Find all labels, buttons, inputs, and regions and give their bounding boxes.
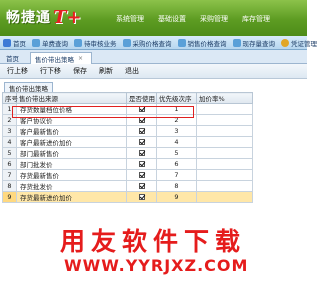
price-source-cell[interactable]: 部门最新售价: [16, 147, 127, 159]
toolbar: 行上移 行下移 保存 刷新 退出: [0, 64, 307, 79]
table-row[interactable]: 8 存货批发价 8: [2, 180, 253, 192]
column-header-used: 是否使用: [126, 92, 157, 104]
strategy-panel: 售价带出策略 序号 售价带出来源 是否使用 优先级次序 加价率% 1 存货数量档位…: [2, 79, 305, 219]
module-sales-price-query[interactable]: 销售价格查询: [175, 36, 230, 49]
table-row[interactable]: 3 客户最新售价 3: [2, 125, 253, 137]
markup-rate-cell[interactable]: [196, 147, 253, 159]
priority-cell[interactable]: 7: [156, 169, 197, 181]
priority-cell[interactable]: 4: [156, 136, 197, 148]
markup-rate-cell[interactable]: [196, 114, 253, 126]
use-checkbox-cell[interactable]: [126, 125, 157, 137]
priority-cell[interactable]: 9: [156, 191, 197, 203]
exit-button[interactable]: 退出: [125, 66, 139, 76]
tab-home[interactable]: 首页: [2, 52, 28, 64]
markup-rate-cell[interactable]: [196, 125, 253, 137]
move-row-down-button[interactable]: 行下移: [40, 66, 61, 76]
use-checkbox-cell[interactable]: [126, 169, 157, 181]
document-icon: [74, 38, 82, 47]
checked-checkbox[interactable]: [138, 183, 145, 189]
row-number: 4: [2, 136, 17, 148]
logo-text: 畅捷通: [6, 10, 51, 26]
table-row[interactable]: 9 存货最新进价加价 9: [2, 191, 253, 203]
row-number: 6: [2, 158, 17, 170]
menu-inventory-management[interactable]: 库存管理: [242, 14, 270, 24]
markup-rate-cell[interactable]: [196, 169, 253, 181]
markup-rate-cell[interactable]: [196, 136, 253, 148]
logo-suffix: T+: [53, 6, 82, 28]
checked-checkbox[interactable]: [138, 150, 145, 156]
menu-system-management[interactable]: 系统管理: [116, 14, 144, 24]
table-row[interactable]: 4 客户最新进价加价 4: [2, 136, 253, 148]
checked-checkbox[interactable]: [138, 128, 145, 134]
row-number: 3: [2, 125, 17, 137]
module-stock-query[interactable]: 现存量查询: [230, 36, 279, 49]
price-source-cell[interactable]: 客户最新售价: [16, 125, 127, 137]
priority-cell[interactable]: 5: [156, 147, 197, 159]
use-checkbox-cell[interactable]: [126, 158, 157, 170]
subtab-sales-price-strategy[interactable]: 售价带出策略: [4, 82, 53, 93]
module-home[interactable]: 首页: [0, 36, 29, 49]
column-header-markup: 加价率%: [196, 92, 253, 104]
module-pending-review[interactable]: 待审核业务: [71, 36, 120, 49]
watermark-url: WWW.YYRJXZ.COM: [64, 256, 249, 275]
document-icon: [177, 38, 186, 47]
gear-icon: [281, 38, 289, 47]
use-checkbox-cell[interactable]: [126, 147, 157, 159]
module-voucher-management[interactable]: 凭证管理: [278, 36, 320, 49]
checked-checkbox[interactable]: [138, 194, 145, 200]
use-checkbox-cell[interactable]: [126, 191, 157, 203]
price-source-cell[interactable]: 客户最新进价加价: [16, 136, 127, 148]
column-header-no: 序号: [2, 92, 18, 104]
price-source-cell[interactable]: 存货最新进价加价: [16, 191, 127, 203]
document-icon: [232, 38, 241, 47]
price-source-cell[interactable]: 存货最新售价: [16, 169, 127, 181]
table-row[interactable]: 7 存货最新售价 7: [2, 169, 253, 181]
refresh-button[interactable]: 刷新: [99, 66, 113, 76]
column-header-priority: 优先级次序: [156, 92, 197, 104]
home-icon: [3, 38, 11, 47]
row-number: 7: [2, 169, 17, 181]
menu-basic-settings[interactable]: 基础设置: [158, 14, 186, 24]
markup-rate-cell[interactable]: [196, 103, 253, 115]
close-icon[interactable]: ×: [78, 55, 83, 62]
module-bar: 首页 单费查询 待审核业务 采购价格查询 销售价格查询 现存量查询 凭证管理: [0, 36, 317, 50]
row-number: 9: [2, 191, 17, 203]
annotation-highlight-box: [12, 106, 194, 118]
markup-rate-cell[interactable]: [196, 180, 253, 192]
checked-checkbox[interactable]: [138, 172, 145, 178]
move-row-up-button[interactable]: 行上移: [7, 66, 28, 76]
main-menu: 系统管理 基础设置 采购管理 库存管理: [116, 14, 284, 24]
row-number: 5: [2, 147, 17, 159]
price-source-cell[interactable]: 存货批发价: [16, 180, 127, 192]
markup-rate-cell[interactable]: [196, 158, 253, 170]
app-logo: 畅捷通 T+: [6, 6, 81, 28]
priority-cell[interactable]: 8: [156, 180, 197, 192]
table-row[interactable]: 6 部门批发价 6: [2, 158, 253, 170]
checked-checkbox[interactable]: [138, 161, 145, 167]
use-checkbox-cell[interactable]: [126, 136, 157, 148]
tab-sales-price-strategy[interactable]: 售价带出策略 ×: [30, 52, 92, 64]
priority-cell[interactable]: 6: [156, 158, 197, 170]
document-icon: [32, 38, 40, 47]
menu-purchase-management[interactable]: 采购管理: [200, 14, 228, 24]
module-purchase-price-query[interactable]: 采购价格查询: [120, 36, 175, 49]
row-number: 8: [2, 180, 17, 192]
document-icon: [122, 38, 131, 47]
app-header: 畅捷通 T+ 系统管理 基础设置 采购管理 库存管理: [0, 0, 307, 36]
module-fee-query[interactable]: 单费查询: [29, 36, 71, 49]
column-header-source: 售价带出来源: [16, 92, 127, 104]
use-checkbox-cell[interactable]: [126, 180, 157, 192]
checked-checkbox[interactable]: [138, 139, 145, 145]
price-source-cell[interactable]: 部门批发价: [16, 158, 127, 170]
table-row[interactable]: 5 部门最新售价 5: [2, 147, 253, 159]
watermark-title: 用友软件下载: [60, 227, 247, 256]
priority-cell[interactable]: 3: [156, 125, 197, 137]
save-button[interactable]: 保存: [73, 66, 87, 76]
document-tab-strip: 首页 售价带出策略 ×: [0, 50, 307, 64]
markup-rate-cell[interactable]: [196, 191, 253, 203]
